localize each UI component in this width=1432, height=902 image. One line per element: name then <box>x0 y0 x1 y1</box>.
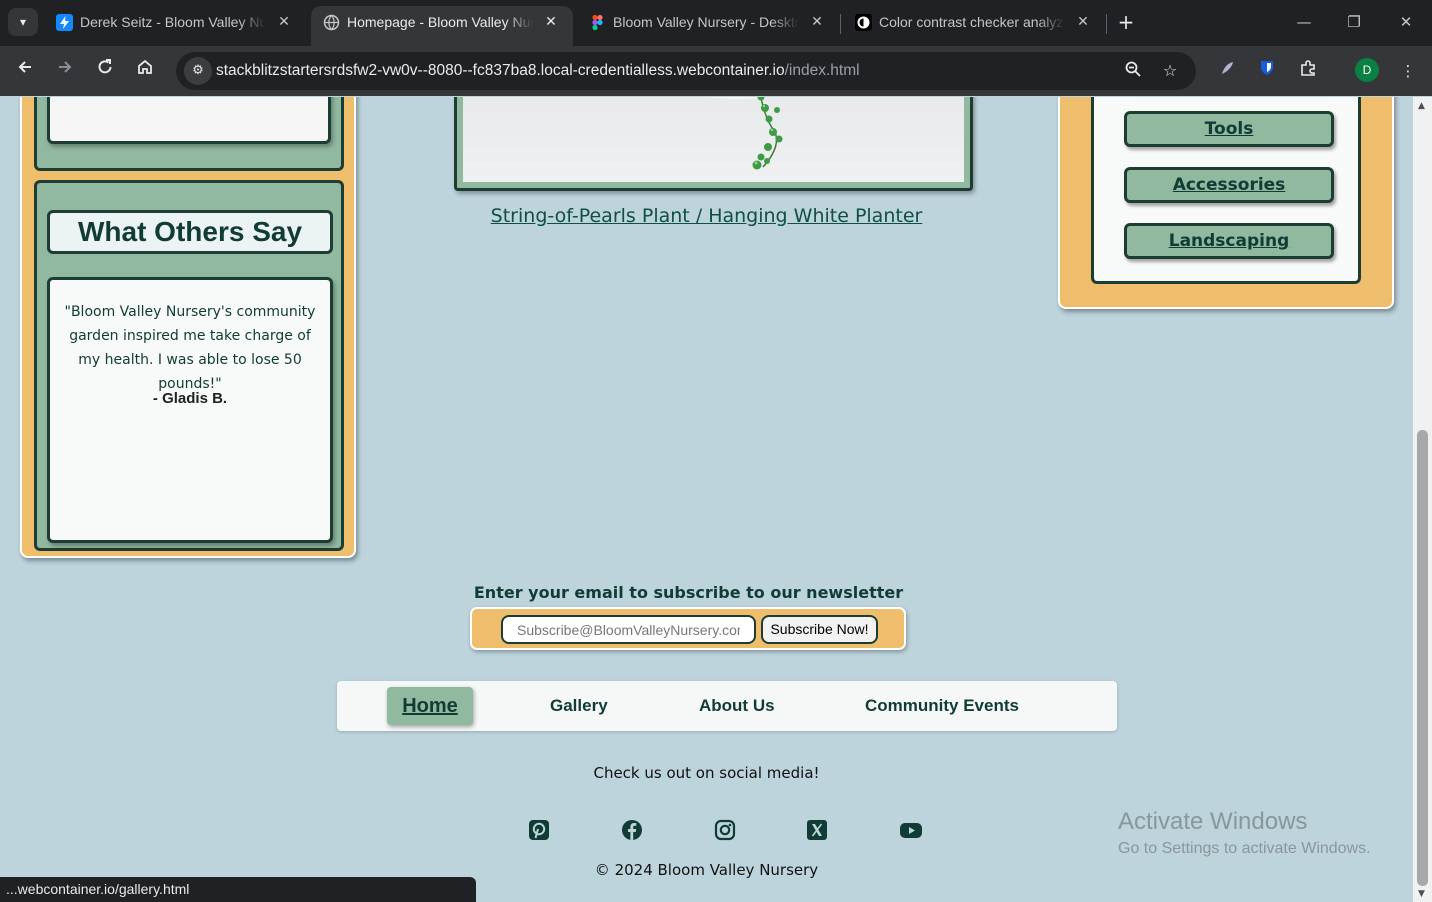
watermark-line1: Activate Windows <box>1118 808 1308 835</box>
page-scrollbar[interactable]: ▲ ▼ <box>1413 97 1432 902</box>
restore-button[interactable]: ❐ <box>1334 8 1374 36</box>
testimonial-author: - Gladis B. <box>152 390 228 407</box>
home-button[interactable] <box>132 58 158 84</box>
address-bar[interactable]: ⚙ stackblitzstartersrdsfw2-vw0v--8080--f… <box>176 52 1196 90</box>
testimonial-body: "Bloom Valley Nursery's community garden… <box>47 277 333 543</box>
url-text: stackblitzstartersrdsfw2-vw0v--8080--fc8… <box>216 62 860 80</box>
product-link[interactable]: String-of-Pearls Plant / Hanging White P… <box>454 205 959 227</box>
close-window-button[interactable]: ✕ <box>1386 8 1426 36</box>
left-sidebar-panel: What Others Say "Bloom Valley Nursery's … <box>20 97 356 558</box>
arrow-right-icon <box>59 61 72 73</box>
youtube-icon[interactable] <box>899 819 923 841</box>
testimonial-card: What Others Say "Bloom Valley Nursery's … <box>34 180 344 551</box>
tab-title: Color contrast checker analyzer <box>879 14 1065 30</box>
tab-search-button[interactable]: ▾ <box>8 8 38 36</box>
right-sidebar-panel: Tools Accessories Landscaping <box>1058 97 1394 309</box>
testimonial-heading: What Others Say <box>47 210 333 254</box>
kebab-menu-icon[interactable]: ⋮ <box>1396 59 1420 83</box>
pinterest-icon[interactable] <box>528 819 550 841</box>
stackblitz-icon <box>56 14 73 31</box>
url-path: /index.html <box>784 62 860 79</box>
close-tab-icon[interactable]: ✕ <box>1073 11 1093 31</box>
back-button[interactable] <box>12 58 38 84</box>
testimonial-quote: "Bloom Valley Nursery's community garden… <box>64 304 316 392</box>
minimize-button[interactable]: — <box>1284 8 1324 36</box>
category-button-accessories[interactable]: Accessories <box>1124 167 1334 203</box>
footer-nav-about[interactable]: About Us <box>699 681 775 731</box>
tab-divider <box>840 14 841 34</box>
forward-button[interactable] <box>52 58 78 84</box>
browser-toolbar: ⚙ stackblitzstartersrdsfw2-vw0v--8080--f… <box>0 46 1432 96</box>
extensions-puzzle-icon[interactable] <box>1296 59 1320 83</box>
new-tab-button[interactable]: + <box>1113 10 1139 36</box>
globe-icon <box>323 14 340 31</box>
facebook-icon[interactable] <box>621 819 643 841</box>
bitwarden-shield-icon[interactable] <box>1255 59 1279 83</box>
instagram-icon[interactable] <box>714 819 736 841</box>
x-icon[interactable] <box>806 819 828 841</box>
product-photo[interactable] <box>463 97 964 182</box>
tab-contrast-checker[interactable]: Color contrast checker analyzer ✕ <box>843 6 1105 40</box>
tab-title: Bloom Valley Nursery - Desktop <box>613 14 799 30</box>
scroll-up-arrow-icon[interactable]: ▲ <box>1418 101 1425 111</box>
category-button-tools[interactable]: Tools <box>1124 111 1334 147</box>
scrollbar-thumb[interactable] <box>1417 430 1428 886</box>
home-icon <box>138 59 152 74</box>
page-viewport: What Others Say "Bloom Valley Nursery's … <box>0 97 1413 902</box>
tab-title: Homepage - Bloom Valley Nurs <box>347 14 533 30</box>
tab-divider <box>1106 14 1107 34</box>
copyright-text: © 2024 Bloom Valley Nursery <box>594 861 819 879</box>
bookmark-star-icon[interactable]: ☆ <box>1159 60 1181 82</box>
hanging-planter-image <box>707 97 783 170</box>
extension-feather-icon[interactable] <box>1215 59 1239 83</box>
profile-avatar[interactable]: D <box>1355 58 1379 82</box>
status-bar-url: ...webcontainer.io/gallery.html <box>0 877 476 902</box>
reload-button[interactable] <box>92 58 118 84</box>
reload-icon <box>98 59 112 74</box>
close-tab-icon[interactable]: ✕ <box>807 11 827 31</box>
product-image-frame[interactable] <box>454 97 973 191</box>
newsletter-email-input[interactable] <box>501 615 756 644</box>
tab-title: Derek Seitz - Bloom Valley Nurs <box>80 14 266 30</box>
windows-activation-watermark: Activate Windows Go to Settings to activ… <box>1118 808 1371 858</box>
scroll-down-arrow-icon[interactable]: ▼ <box>1418 889 1425 899</box>
zoom-icon[interactable] <box>1122 60 1144 82</box>
watermark-line2: Go to Settings to activate Windows. <box>1118 840 1371 857</box>
tab-derek-seitz[interactable]: Derek Seitz - Bloom Valley Nurs ✕ <box>44 6 306 40</box>
url-host: stackblitzstartersrdsfw2-vw0v--8080--fc8… <box>216 62 785 79</box>
tab-homepage[interactable]: Homepage - Bloom Valley Nurs ✕ <box>311 6 573 46</box>
footer-nav-events[interactable]: Community Events <box>865 681 1019 731</box>
tab-figma[interactable]: Bloom Valley Nursery - Desktop ✕ <box>577 6 839 40</box>
contrast-icon <box>855 14 872 31</box>
footer-nav-home[interactable]: Home <box>387 687 473 725</box>
figma-icon <box>589 14 606 31</box>
previous-card <box>34 97 344 171</box>
newsletter-form: Subscribe Now! <box>470 607 906 650</box>
previous-card-body <box>47 97 331 144</box>
category-button-landscaping[interactable]: Landscaping <box>1124 223 1334 259</box>
tab-bar: ▾ Derek Seitz - Bloom Valley Nurs ✕ Home… <box>0 0 1432 46</box>
footer-nav: Home Gallery About Us Community Events <box>337 681 1117 731</box>
subscribe-button[interactable]: Subscribe Now! <box>761 615 878 644</box>
newsletter-label: Enter your email to subscribe to our new… <box>473 583 904 602</box>
social-label: Check us out on social media! <box>593 764 820 782</box>
close-tab-icon[interactable]: ✕ <box>274 11 294 31</box>
site-info-icon[interactable]: ⚙ <box>184 57 212 85</box>
close-tab-icon[interactable]: ✕ <box>541 11 561 31</box>
category-list: Tools Accessories Landscaping <box>1091 97 1361 284</box>
arrow-left-icon <box>18 61 31 73</box>
footer-nav-gallery[interactable]: Gallery <box>550 681 608 731</box>
